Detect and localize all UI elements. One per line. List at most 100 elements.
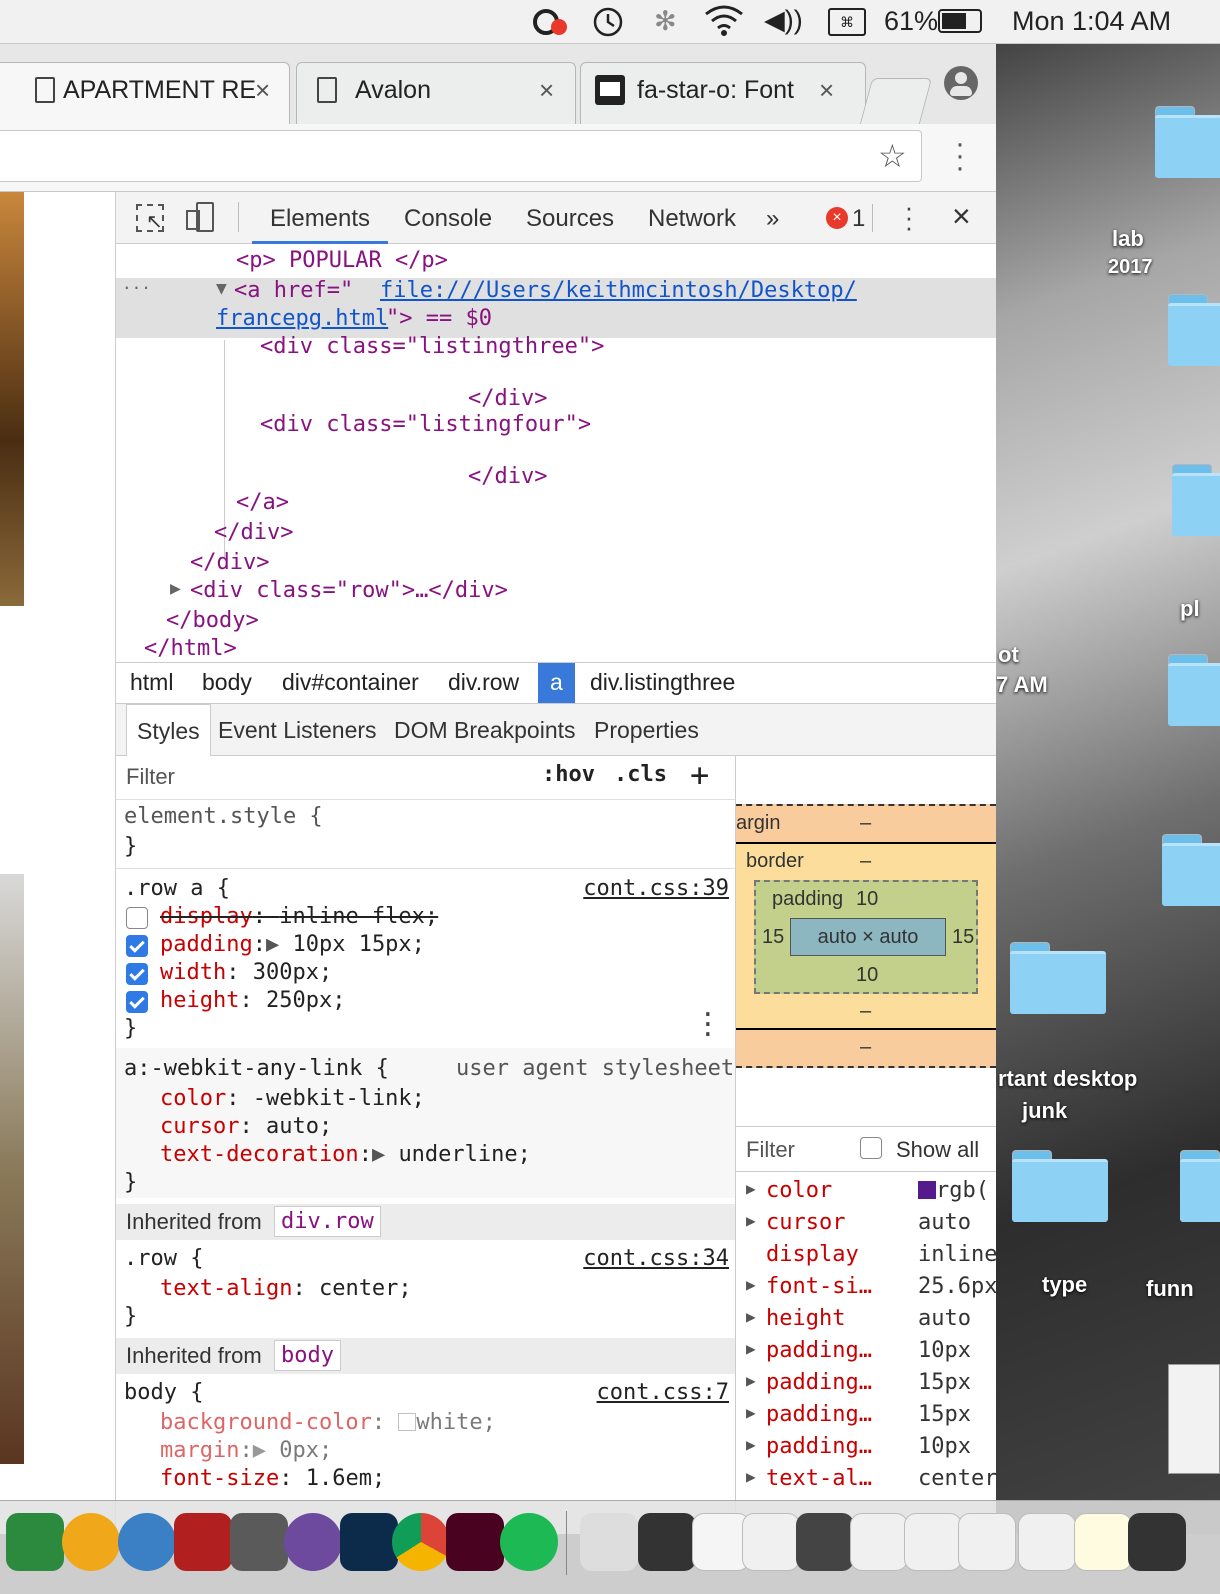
breadcrumb-item[interactable]: div.row — [448, 669, 519, 696]
bluetooth-icon[interactable]: ✻ — [654, 6, 677, 37]
screenshot-thumbnail-icon[interactable] — [904, 1513, 962, 1571]
volume-icon[interactable]: ◀)) — [764, 5, 803, 36]
dom-node[interactable]: </div> — [214, 520, 293, 545]
css-property-disabled[interactable]: display: inline-flex; — [160, 904, 438, 929]
dom-node[interactable]: </body> — [166, 608, 259, 633]
rule-menu-icon[interactable]: · · · — [700, 1002, 716, 1048]
desktop-folder[interactable] — [1155, 106, 1220, 178]
expand-triangle-icon[interactable]: ▼ — [216, 278, 227, 299]
color-swatch[interactable] — [398, 1413, 417, 1431]
styles-filter-input[interactable]: Filter — [126, 764, 175, 790]
indesign-icon[interactable] — [446, 1513, 504, 1571]
keyboard-icon[interactable]: ⌘ — [828, 8, 866, 36]
dom-node[interactable]: </a> — [236, 490, 289, 515]
excel-icon[interactable] — [6, 1513, 64, 1571]
screenshot-thumbnail-icon[interactable] — [796, 1513, 854, 1571]
computed-row[interactable]: ▶ text-al… center — [736, 1464, 997, 1496]
dom-node[interactable]: </div> — [468, 386, 547, 411]
inherited-link[interactable]: div.row — [274, 1206, 381, 1237]
tab-properties[interactable]: Properties — [594, 717, 699, 744]
tab-elements[interactable]: Elements — [270, 205, 370, 233]
element-style-selector[interactable]: element.style { — [124, 804, 323, 829]
dom-node[interactable]: <p> POPULAR </p> — [236, 248, 448, 273]
css-property[interactable]: font-size: 1.6em; — [160, 1466, 385, 1491]
desktop-folder[interactable] — [1168, 654, 1220, 726]
computed-row[interactable]: display inline — [736, 1240, 997, 1272]
profile-icon[interactable] — [944, 66, 978, 100]
property-checkbox[interactable] — [126, 907, 148, 929]
tab-event-listeners[interactable]: Event Listeners — [218, 717, 377, 744]
dom-node[interactable]: <div class="listingthree"> — [260, 334, 604, 359]
inspect-element-icon[interactable]: ↖ — [136, 204, 164, 232]
desktop-folder[interactable] — [1012, 1150, 1108, 1222]
error-icon[interactable]: × — [826, 207, 848, 229]
image-thumbnail-icon[interactable] — [638, 1513, 696, 1571]
computed-row[interactable]: ▶ padding… 10px — [736, 1432, 996, 1464]
rule-source-link[interactable]: cont.css:7 — [597, 1380, 729, 1405]
wifi-icon[interactable] — [702, 2, 746, 45]
css-property[interactable]: background-color: white; — [160, 1410, 496, 1435]
acrobat-icon[interactable] — [174, 1513, 232, 1571]
dom-node[interactable]: <div class="listingfour"> — [260, 412, 591, 437]
close-tab-icon[interactable]: × — [819, 75, 834, 106]
devtools-menu-icon[interactable]: · · · — [904, 194, 914, 240]
breadcrumb-item[interactable]: html — [130, 669, 173, 696]
tab-apartment[interactable]: APARTMENT RE × — [0, 62, 290, 124]
desktop-document-thumbnail[interactable] — [1168, 1364, 1220, 1474]
dom-node[interactable]: </html> — [144, 636, 237, 661]
close-devtools-icon[interactable]: × — [952, 198, 971, 235]
tab-styles[interactable]: Styles — [126, 704, 211, 756]
more-tabs-button[interactable]: » — [766, 205, 779, 233]
css-property[interactable]: text-align: center; — [160, 1276, 412, 1301]
rule-selector[interactable]: .row a { — [124, 876, 230, 901]
property-checkbox[interactable] — [126, 935, 148, 957]
computed-row[interactable]: ▶ padding… 15px — [736, 1400, 996, 1432]
address-bar[interactable]: ☆ — [0, 130, 922, 182]
tab-sources[interactable]: Sources — [526, 205, 614, 233]
outlook-icon[interactable] — [62, 1513, 120, 1571]
hover-state-toggle[interactable]: :hov — [542, 762, 595, 787]
rule-source-link[interactable]: cont.css:39 — [583, 876, 729, 901]
rule-selector[interactable]: .row { — [124, 1246, 203, 1271]
desktop-folder[interactable] — [1168, 294, 1220, 366]
css-property[interactable]: padding:▶ 10px 15px; — [160, 932, 425, 957]
spotify-icon[interactable] — [500, 1513, 558, 1571]
expand-triangle-icon[interactable]: ▶ — [170, 578, 181, 599]
tab-network[interactable]: Network — [648, 205, 736, 233]
close-tab-icon[interactable]: × — [255, 75, 270, 106]
tab-font-awesome[interactable]: fa-star-o: Font × — [580, 62, 866, 124]
close-tab-icon[interactable]: × — [539, 75, 554, 106]
dom-node-a-open[interactable]: <a href=" — [234, 278, 353, 303]
desktop-folder[interactable] — [1172, 464, 1220, 536]
screenshot-thumbnail-icon[interactable] — [958, 1513, 1016, 1571]
css-property[interactable]: height: 250px; — [160, 988, 345, 1013]
dom-node[interactable]: </div> — [468, 464, 547, 489]
desktop-folder[interactable] — [1010, 942, 1106, 1014]
screenshot-thumbnail-icon[interactable] — [1128, 1513, 1186, 1571]
screenshot-thumbnail-icon[interactable] — [1074, 1513, 1132, 1571]
new-rule-button[interactable]: + — [690, 756, 709, 794]
computed-row[interactable]: ▶ font-si… 25.6px — [736, 1272, 997, 1304]
dom-node[interactable]: <div class="row">…</div> — [190, 578, 508, 603]
breadcrumb-item[interactable]: div.listingthree — [590, 669, 735, 696]
property-checkbox[interactable] — [126, 991, 148, 1013]
menu-dots-icon[interactable]: · · · — [954, 129, 966, 183]
sublime-text-icon[interactable] — [230, 1513, 288, 1571]
tab-avalon[interactable]: Avalon × — [296, 62, 576, 124]
creative-cloud-icon[interactable] — [528, 4, 572, 47]
tab-dom-breakpoints[interactable]: DOM Breakpoints — [394, 717, 576, 744]
property-checkbox[interactable] — [126, 963, 148, 985]
ellipsis-icon[interactable]: ... — [122, 274, 151, 293]
screenshot-thumbnail-icon[interactable] — [742, 1513, 800, 1571]
computed-row[interactable]: ▶ padding… 10px — [736, 1336, 996, 1368]
inherited-link[interactable]: body — [274, 1340, 341, 1371]
show-all-checkbox[interactable] — [860, 1137, 882, 1159]
time-machine-icon[interactable] — [590, 4, 626, 47]
computed-row[interactable]: ▶ padding… 15px — [736, 1368, 996, 1400]
chrome-icon[interactable] — [392, 1513, 450, 1571]
css-property[interactable]: width: 300px; — [160, 960, 332, 985]
rule-selector[interactable]: body { — [124, 1380, 203, 1405]
battery-icon[interactable] — [938, 9, 982, 33]
tab-console[interactable]: Console — [404, 205, 492, 233]
new-tab-button[interactable] — [859, 78, 933, 124]
